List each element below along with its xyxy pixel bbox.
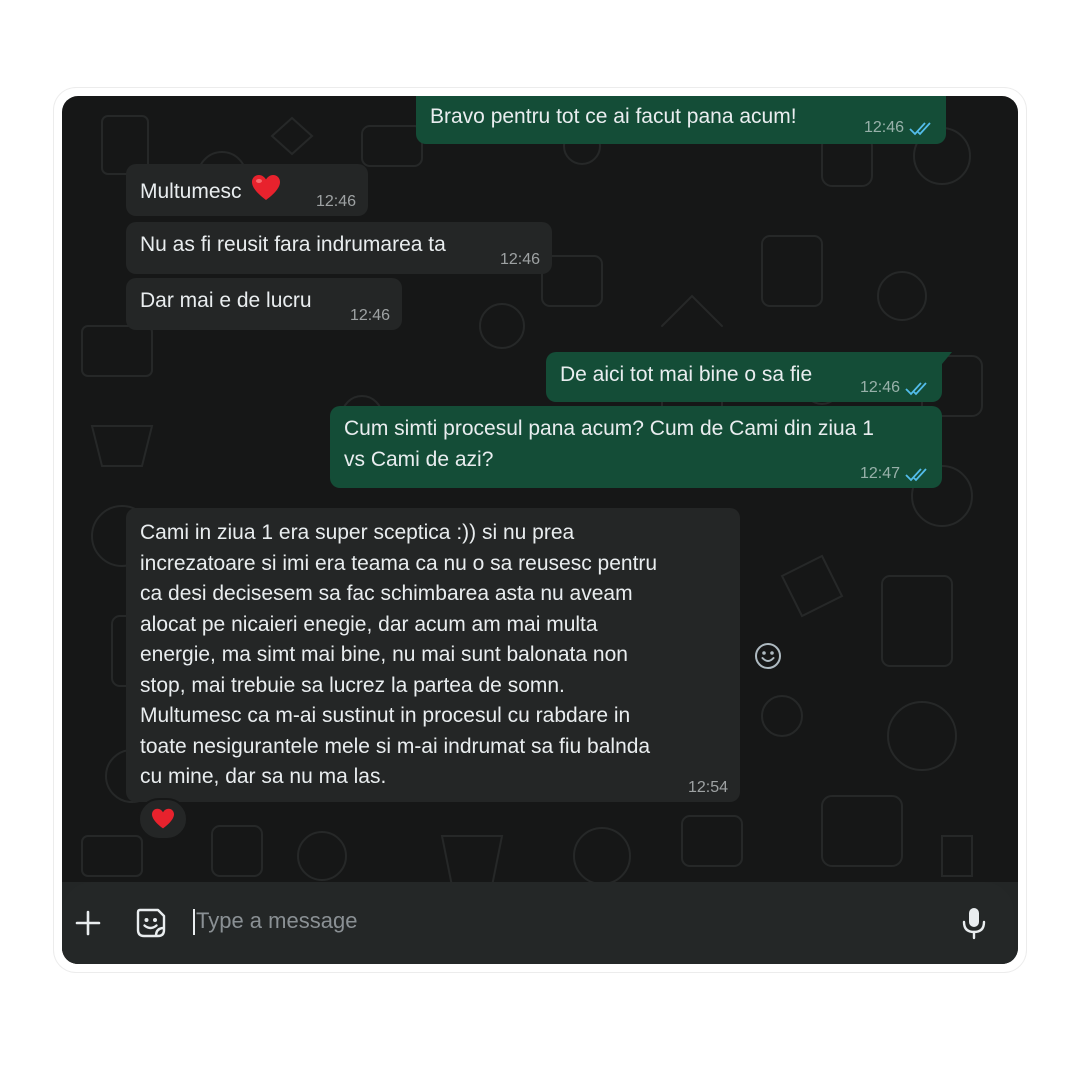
message-text: Nu as fi reusit fara indrumarea ta bbox=[140, 233, 446, 256]
read-ticks-icon bbox=[905, 382, 927, 396]
message-meta: 12:46 bbox=[350, 306, 390, 326]
message-line: stop, mai trebuie sa lucrez la partea de… bbox=[140, 673, 565, 697]
sticker-icon[interactable] bbox=[134, 906, 168, 940]
text-cursor bbox=[193, 909, 195, 935]
message-bubble-incoming[interactable]: Dar mai e de lucru 12:46 bbox=[126, 278, 402, 330]
message-time: 12:46 bbox=[859, 379, 900, 396]
message-time: 12:46 bbox=[499, 251, 540, 268]
message-bubble-outgoing[interactable]: Cum simti procesul pana acum? Cum de Cam… bbox=[330, 406, 942, 488]
message-time: 12:46 bbox=[315, 193, 356, 210]
message-input[interactable]: Type a message bbox=[196, 906, 357, 936]
message-text: Dar mai e de lucru bbox=[140, 289, 312, 312]
message-meta: 12:46 bbox=[860, 378, 930, 398]
message-bubble-outgoing[interactable]: Bravo pentru tot ce ai facut pana acum! … bbox=[416, 96, 946, 144]
message-text: De aici tot mai bine o sa fie bbox=[560, 363, 813, 386]
message-meta: 12:54 bbox=[688, 778, 728, 798]
message-bubble-incoming[interactable]: Multumesc 12:46 bbox=[126, 164, 368, 216]
message-line: Cum simti procesul pana acum? Cum de Cam… bbox=[344, 417, 874, 440]
microphone-icon[interactable] bbox=[960, 906, 988, 940]
message-time: 12:54 bbox=[687, 779, 728, 796]
message-line: vs Cami de azi? bbox=[344, 447, 494, 471]
message-line: Cami in ziua 1 era super sceptica :)) si… bbox=[140, 521, 575, 544]
message-meta: 12:46 bbox=[864, 118, 934, 138]
message-line: alocat pe nicaieri enegie, dar acum am m… bbox=[140, 612, 598, 636]
read-ticks-icon bbox=[909, 122, 931, 136]
message-line: cu mine, dar sa nu ma las. bbox=[140, 765, 387, 788]
plus-icon[interactable] bbox=[74, 909, 102, 937]
message-time: 12:46 bbox=[349, 307, 390, 324]
bubble-tail bbox=[942, 352, 952, 364]
emoji-react-icon[interactable] bbox=[754, 642, 782, 670]
reaction-badge[interactable] bbox=[138, 798, 188, 840]
red-heart-emoji-icon bbox=[152, 808, 174, 829]
message-line: energie, ma simt mai bine, nu mai sunt b… bbox=[140, 643, 628, 666]
message-time: 12:47 bbox=[859, 465, 900, 482]
message-text: Bravo pentru tot ce ai facut pana acum! bbox=[430, 105, 797, 128]
chat-panel: Bravo pentru tot ce ai facut pana acum! … bbox=[62, 96, 1018, 964]
message-meta: 12:46 bbox=[316, 192, 356, 212]
message-meta: 12:47 bbox=[860, 464, 930, 484]
composer-bar: Type a message bbox=[62, 882, 1018, 964]
message-bubble-incoming[interactable]: Nu as fi reusit fara indrumarea ta 12:46 bbox=[126, 222, 552, 274]
message-text: Multumesc bbox=[140, 180, 242, 203]
message-line: Multumesc ca m-ai sustinut in procesul c… bbox=[140, 704, 631, 727]
message-bubble-incoming[interactable]: Cami in ziua 1 era super sceptica :)) si… bbox=[126, 508, 740, 802]
message-time: 12:46 bbox=[863, 119, 904, 136]
message-line: ca desi decisesem sa fac schimbarea asta… bbox=[140, 582, 633, 605]
message-meta: 12:46 bbox=[500, 250, 540, 270]
message-line: increzatoare si imi era teama ca nu o sa… bbox=[140, 551, 658, 575]
message-line: toate nesigurantele mele si m-ai indruma… bbox=[140, 734, 651, 758]
red-heart-emoji-icon bbox=[252, 175, 281, 200]
message-bubble-outgoing[interactable]: De aici tot mai bine o sa fie 12:46 bbox=[546, 352, 942, 402]
read-ticks-icon bbox=[905, 468, 927, 482]
